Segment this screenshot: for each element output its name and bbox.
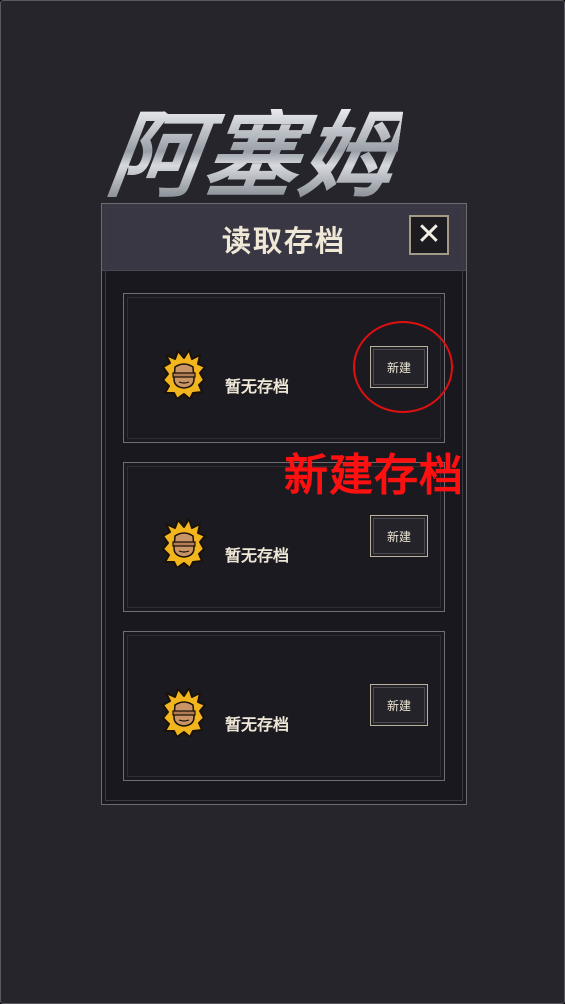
slot-label: 暂无存档 — [225, 715, 290, 734]
slot-label: 暂无存档 — [225, 377, 290, 396]
game-title-logo: 阿塞姆 — [101, 101, 405, 211]
annotation-label: 新建存档 — [284, 450, 464, 501]
slot-label: 暂无存档 — [225, 546, 290, 565]
new-save-button[interactable]: 新建 — [370, 346, 428, 388]
new-save-button[interactable]: 新建 — [370, 684, 428, 726]
new-save-button-label: 新建 — [386, 699, 411, 713]
new-save-button-label: 新建 — [386, 361, 411, 375]
close-icon: ✕ — [416, 217, 442, 252]
close-button[interactable]: ✕ — [409, 215, 449, 255]
golden-monkey-avatar-icon — [162, 349, 206, 399]
save-slot-3: 暂无存档 新建 — [123, 631, 445, 781]
golden-monkey-avatar-icon — [162, 518, 206, 568]
new-save-button[interactable]: 新建 — [370, 515, 428, 557]
golden-monkey-avatar-icon — [162, 687, 206, 737]
dialog-header: 读取存档 ✕ — [102, 204, 466, 271]
new-save-button-label: 新建 — [386, 530, 411, 544]
game-screen: 阿塞姆 读取存档 ✕ 暂无存档 新建 暂无存档 新建 暂无存档 新建 新建存档 — [0, 0, 565, 1004]
save-slot-1: 暂无存档 新建 — [123, 293, 445, 443]
load-save-dialog: 读取存档 ✕ 暂无存档 新建 暂无存档 新建 暂无存档 新建 — [101, 203, 467, 805]
